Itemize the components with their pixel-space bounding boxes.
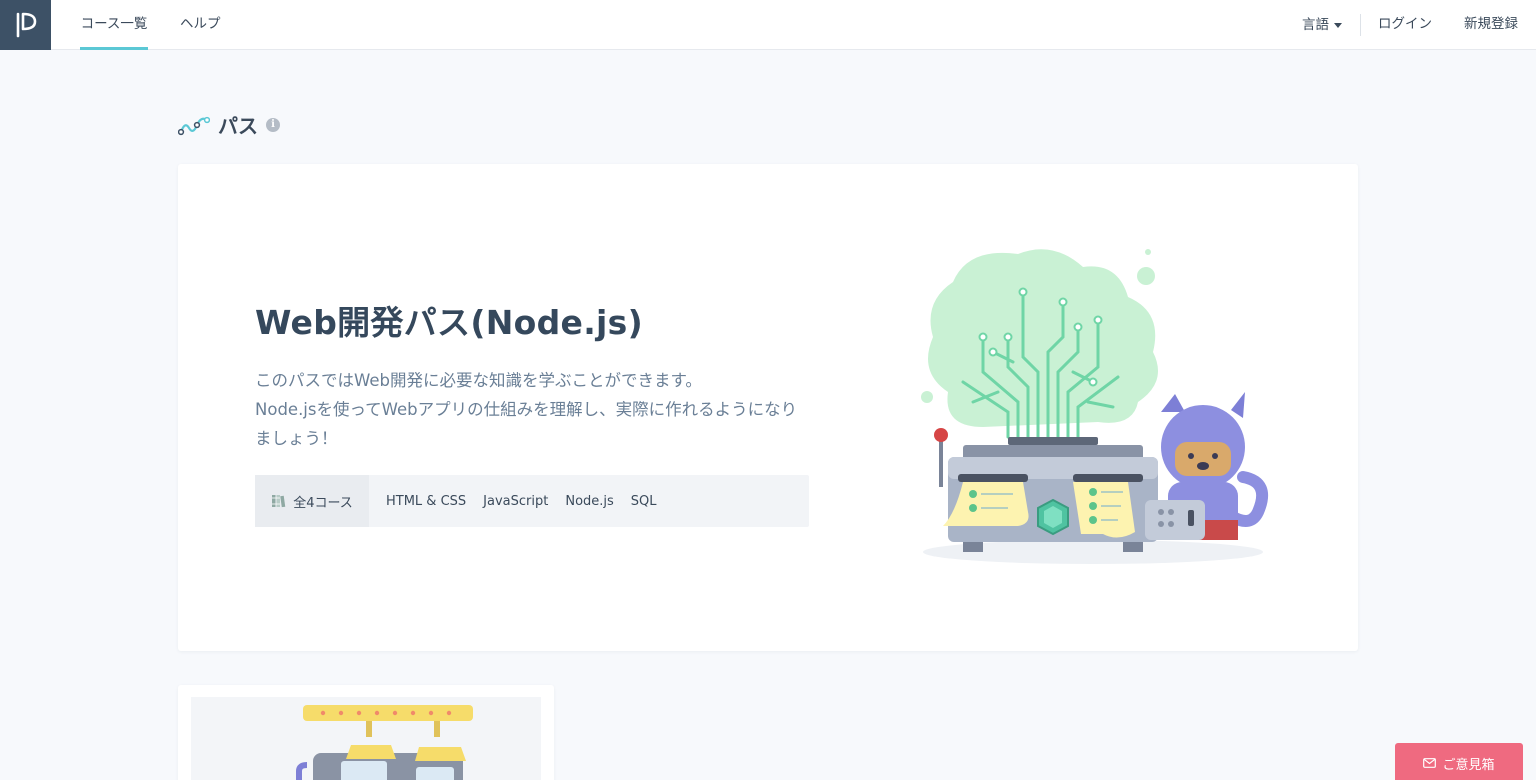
nav-help[interactable]: ヘルプ: [180, 0, 221, 50]
course-item-sql[interactable]: SQL: [631, 494, 657, 509]
info-icon[interactable]: i: [266, 117, 280, 132]
section-title: パス: [218, 114, 258, 138]
path-description-line: Node.jsを使ってWebアプリの仕組みを理解し、実際に作れるようになり: [255, 400, 798, 419]
node-path-illustration: [921, 249, 1268, 564]
login-link[interactable]: ログイン: [1378, 0, 1432, 50]
mail-icon: [1423, 758, 1437, 768]
course-thumbnail-illustration: [296, 705, 473, 780]
nav-divider: [1360, 14, 1361, 36]
course-count-badge: 全4コース: [255, 475, 369, 527]
feedback-button[interactable]: ご意見箱: [1395, 743, 1523, 780]
course-list: HTML & CSS JavaScript Node.js SQL: [369, 494, 657, 509]
signup-link[interactable]: 新規登録: [1464, 0, 1518, 50]
path-description-line: ましょう！: [255, 429, 338, 448]
path-description-line: このパスではWeb開発に必要な知識を学ぶことができます。: [255, 371, 702, 390]
language-dropdown[interactable]: 言語: [1302, 0, 1342, 50]
path-icon: [178, 116, 210, 135]
progate-logo-icon: [16, 12, 36, 38]
course-count-label: 全4コース: [293, 495, 353, 511]
caret-down-icon: [1334, 22, 1342, 28]
nav-courses[interactable]: コース一覧: [80, 0, 148, 50]
section-heading: パス i: [178, 110, 280, 139]
course-item-html-css[interactable]: HTML & CSS: [386, 494, 466, 509]
feedback-label: ご意見箱: [1442, 757, 1495, 773]
course-item-nodejs[interactable]: Node.js: [565, 494, 613, 509]
course-item-javascript[interactable]: JavaScript: [483, 494, 548, 509]
top-header: コース一覧 ヘルプ 言語 ログイン 新規登録: [0, 0, 1536, 50]
books-icon: [272, 495, 286, 508]
path-title: Web開発パス(Node.js): [255, 303, 643, 342]
path-card-secondary[interactable]: [178, 685, 554, 780]
progate-logo[interactable]: [0, 0, 51, 50]
course-thumbnail: [191, 697, 541, 780]
path-description: このパスではWeb開発に必要な知識を学ぶことができます。 Node.jsを使って…: [255, 366, 815, 453]
language-label: 言語: [1302, 17, 1329, 33]
course-list-bar: 全4コース HTML & CSS JavaScript Node.js SQL: [255, 475, 809, 527]
path-card[interactable]: Web開発パス(Node.js) このパスではWeb開発に必要な知識を学ぶことが…: [178, 164, 1358, 651]
